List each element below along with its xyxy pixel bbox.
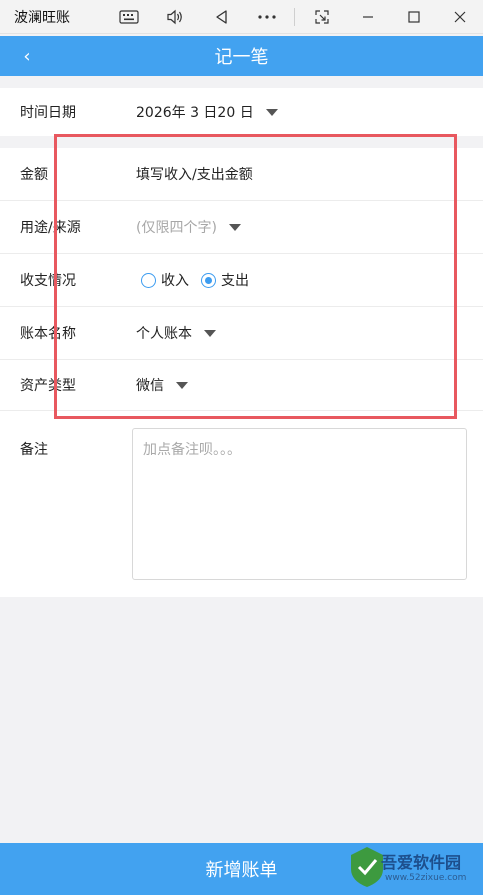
screenshot-icon[interactable] [305, 0, 339, 34]
note-textarea[interactable]: 加点备注呗。。。 [132, 428, 467, 580]
date-value: 2026年 3 日20 日 [136, 105, 254, 121]
volume-icon[interactable] [158, 0, 192, 34]
amount-label: 金额 [20, 167, 48, 183]
page-title: 记一笔 [214, 47, 269, 68]
maximize-icon[interactable] [397, 0, 431, 34]
date-row[interactable]: 时间日期 2026年 3 日20 日 [0, 88, 483, 136]
keyboard-icon[interactable] [112, 0, 146, 34]
window-titlebar: 波澜旺账 [0, 0, 483, 34]
back-button[interactable]: ‹ [14, 36, 40, 76]
app-header: ‹ 记一笔 [0, 36, 483, 76]
date-label: 时间日期 [20, 105, 76, 121]
chevron-down-icon [265, 108, 278, 116]
app-title: 波澜旺账 [14, 9, 70, 26]
highlight-box [54, 134, 457, 419]
date-picker[interactable]: 2026年 3 日20 日 [136, 102, 278, 122]
close-icon[interactable] [443, 0, 477, 34]
note-label: 备注 [20, 442, 48, 458]
titlebar-separator [294, 8, 295, 26]
add-bill-button[interactable]: 新增账单 [0, 843, 483, 895]
back-triangle-icon[interactable] [204, 0, 238, 34]
minimize-icon[interactable] [351, 0, 385, 34]
more-icon[interactable] [250, 0, 284, 34]
